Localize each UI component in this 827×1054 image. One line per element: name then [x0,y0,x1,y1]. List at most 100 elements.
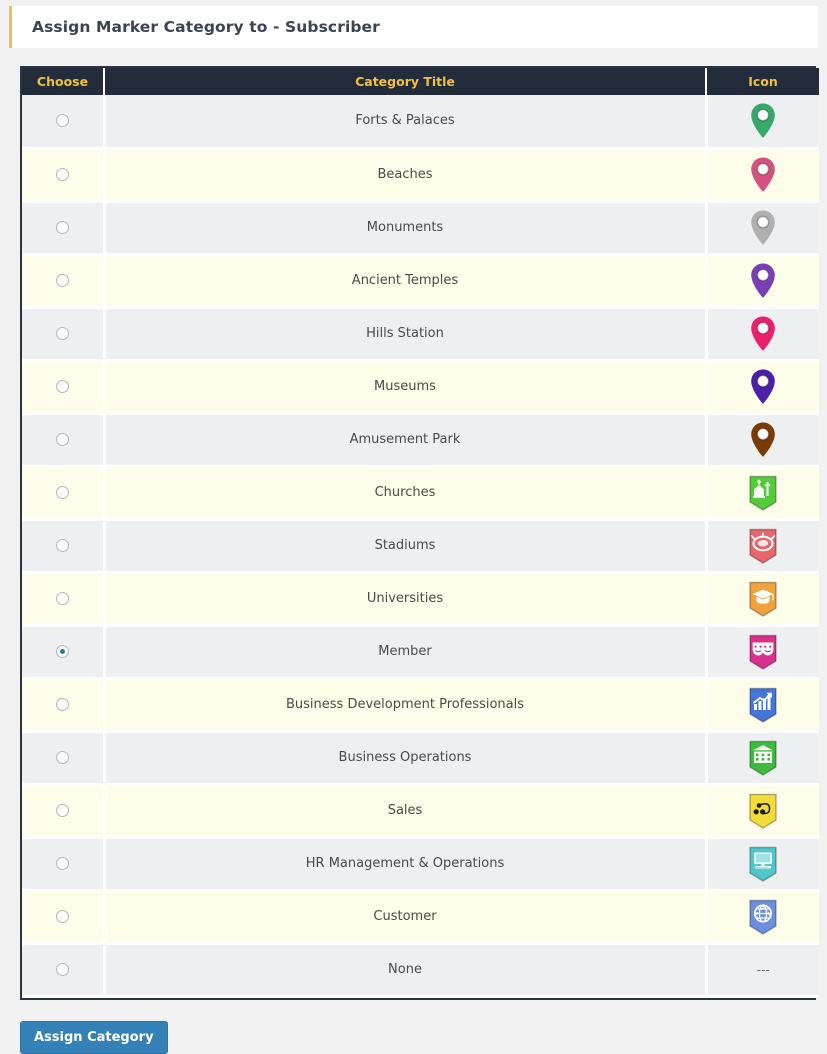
category-radio-churches[interactable] [55,486,69,499]
table-row[interactable]: Universities [22,572,819,627]
category-radio-monuments[interactable] [55,221,69,234]
table-row[interactable]: Amusement Park [22,413,819,468]
category-title-cell: HR Management & Operations [104,837,708,892]
choose-cell [22,837,106,892]
church-badge-icon [749,475,777,511]
category-table-container: Choose Category Title Icon Forts & Palac… [20,66,819,1000]
column-header-choose: Choose [22,68,105,95]
category-radio-hr-management-operations[interactable] [55,857,69,870]
table-body: Forts & Palaces Beaches Monuments Ancient T… [22,95,819,998]
choose-cell [22,519,106,574]
table-row[interactable]: Member [22,625,819,680]
category-title-cell: None [104,943,708,998]
category-title-cell: Ancient Temples [104,254,708,309]
stadium-badge-icon [749,528,777,564]
table-row[interactable]: None --- [22,943,819,998]
choose-cell [22,413,106,468]
graduation-cap-badge-icon [749,581,777,617]
theater-masks-badge-icon [749,634,777,670]
category-icon-cell [706,360,819,415]
category-title-cell: Amusement Park [104,413,708,468]
choose-cell [22,148,106,203]
category-radio-stadiums[interactable] [55,539,69,552]
table-row[interactable]: Sales [22,784,819,839]
map-pin-icon [751,422,776,456]
choose-cell [22,307,106,362]
choose-cell [22,731,106,786]
category-radio-none[interactable] [55,963,69,976]
column-header-icon: Icon [706,68,819,95]
table-header-row: Choose Category Title Icon [22,68,819,95]
category-title-cell: Business Development Professionals [104,678,708,733]
category-icon-cell [706,307,819,362]
choose-cell [22,625,106,680]
category-title-cell: Forts & Palaces [104,95,708,150]
category-icon-cell: $ € ¥ [706,890,819,945]
office-building-badge-icon [749,740,777,776]
table-row[interactable]: Beaches [22,148,819,203]
table-row[interactable]: Museums [22,360,819,415]
category-icon-cell [706,148,819,203]
category-icon-cell [706,254,819,309]
column-header-category-title: Category Title [104,68,707,95]
table-row[interactable]: HR Management & Operations [22,837,819,892]
choose-cell [22,890,106,945]
map-pin-icon [751,157,776,191]
category-radio-universities[interactable] [55,592,69,605]
category-title-cell: Stadiums [104,519,708,574]
category-title-cell: Churches [104,466,708,521]
category-icon-cell [706,837,819,892]
category-radio-hills-station[interactable] [55,327,69,340]
category-icon-cell [706,519,819,574]
category-title-cell: Monuments [104,201,708,256]
category-icon-cell [706,784,819,839]
table-row[interactable]: Customer $ € ¥ [22,890,819,945]
table-row[interactable]: Churches [22,466,819,521]
category-radio-sales[interactable] [55,804,69,817]
choose-cell [22,572,106,627]
no-icon-dashes: --- [756,962,770,977]
table-row[interactable]: Stadiums [22,519,819,574]
category-title-cell: Beaches [104,148,708,203]
choose-cell [22,943,106,998]
choose-cell [22,466,106,521]
category-icon-cell [706,201,819,256]
currency-globe-badge-icon: $€ ¥ [749,899,777,935]
svg-text:€: € [755,911,759,918]
category-title-cell: Sales [104,784,708,839]
table-header: Choose Category Title Icon [22,68,819,95]
category-title-cell: Customer [104,890,708,945]
category-icon-cell [706,678,819,733]
table-row[interactable]: Forts & Palaces [22,95,819,150]
table-row[interactable]: Ancient Temples [22,254,819,309]
category-radio-business-operations[interactable] [55,751,69,764]
category-icon-cell [706,413,819,468]
table-row[interactable]: Business Operations [22,731,819,786]
category-radio-beaches[interactable] [55,168,69,181]
table-row[interactable]: Hills Station [22,307,819,362]
category-radio-amusement-park[interactable] [55,433,69,446]
choose-cell [22,254,106,309]
growth-chart-badge-icon [749,687,777,723]
assign-category-button[interactable]: Assign Category [20,1020,168,1054]
map-pin-icon [751,263,776,297]
category-radio-member[interactable] [55,645,69,658]
category-icon-cell: --- [706,943,819,998]
computer-monitor-badge-icon [749,846,777,882]
category-title-cell: Member [104,625,708,680]
category-title-cell: Hills Station [104,307,708,362]
category-icon-cell [706,731,819,786]
choose-cell [22,201,106,256]
category-radio-business-development-professionals[interactable] [55,698,69,711]
category-radio-ancient-temples[interactable] [55,274,69,287]
map-pin-icon [751,369,776,403]
category-radio-customer[interactable] [55,910,69,923]
category-radio-museums[interactable] [55,380,69,393]
map-pin-icon [751,210,776,244]
table-row[interactable]: Monuments [22,201,819,256]
footer-actions: Assign Category [20,1020,827,1054]
map-pin-icon [751,316,776,350]
category-radio-forts-palaces[interactable] [55,114,69,128]
table-row[interactable]: Business Development Professionals [22,678,819,733]
category-title-cell: Business Operations [104,731,708,786]
